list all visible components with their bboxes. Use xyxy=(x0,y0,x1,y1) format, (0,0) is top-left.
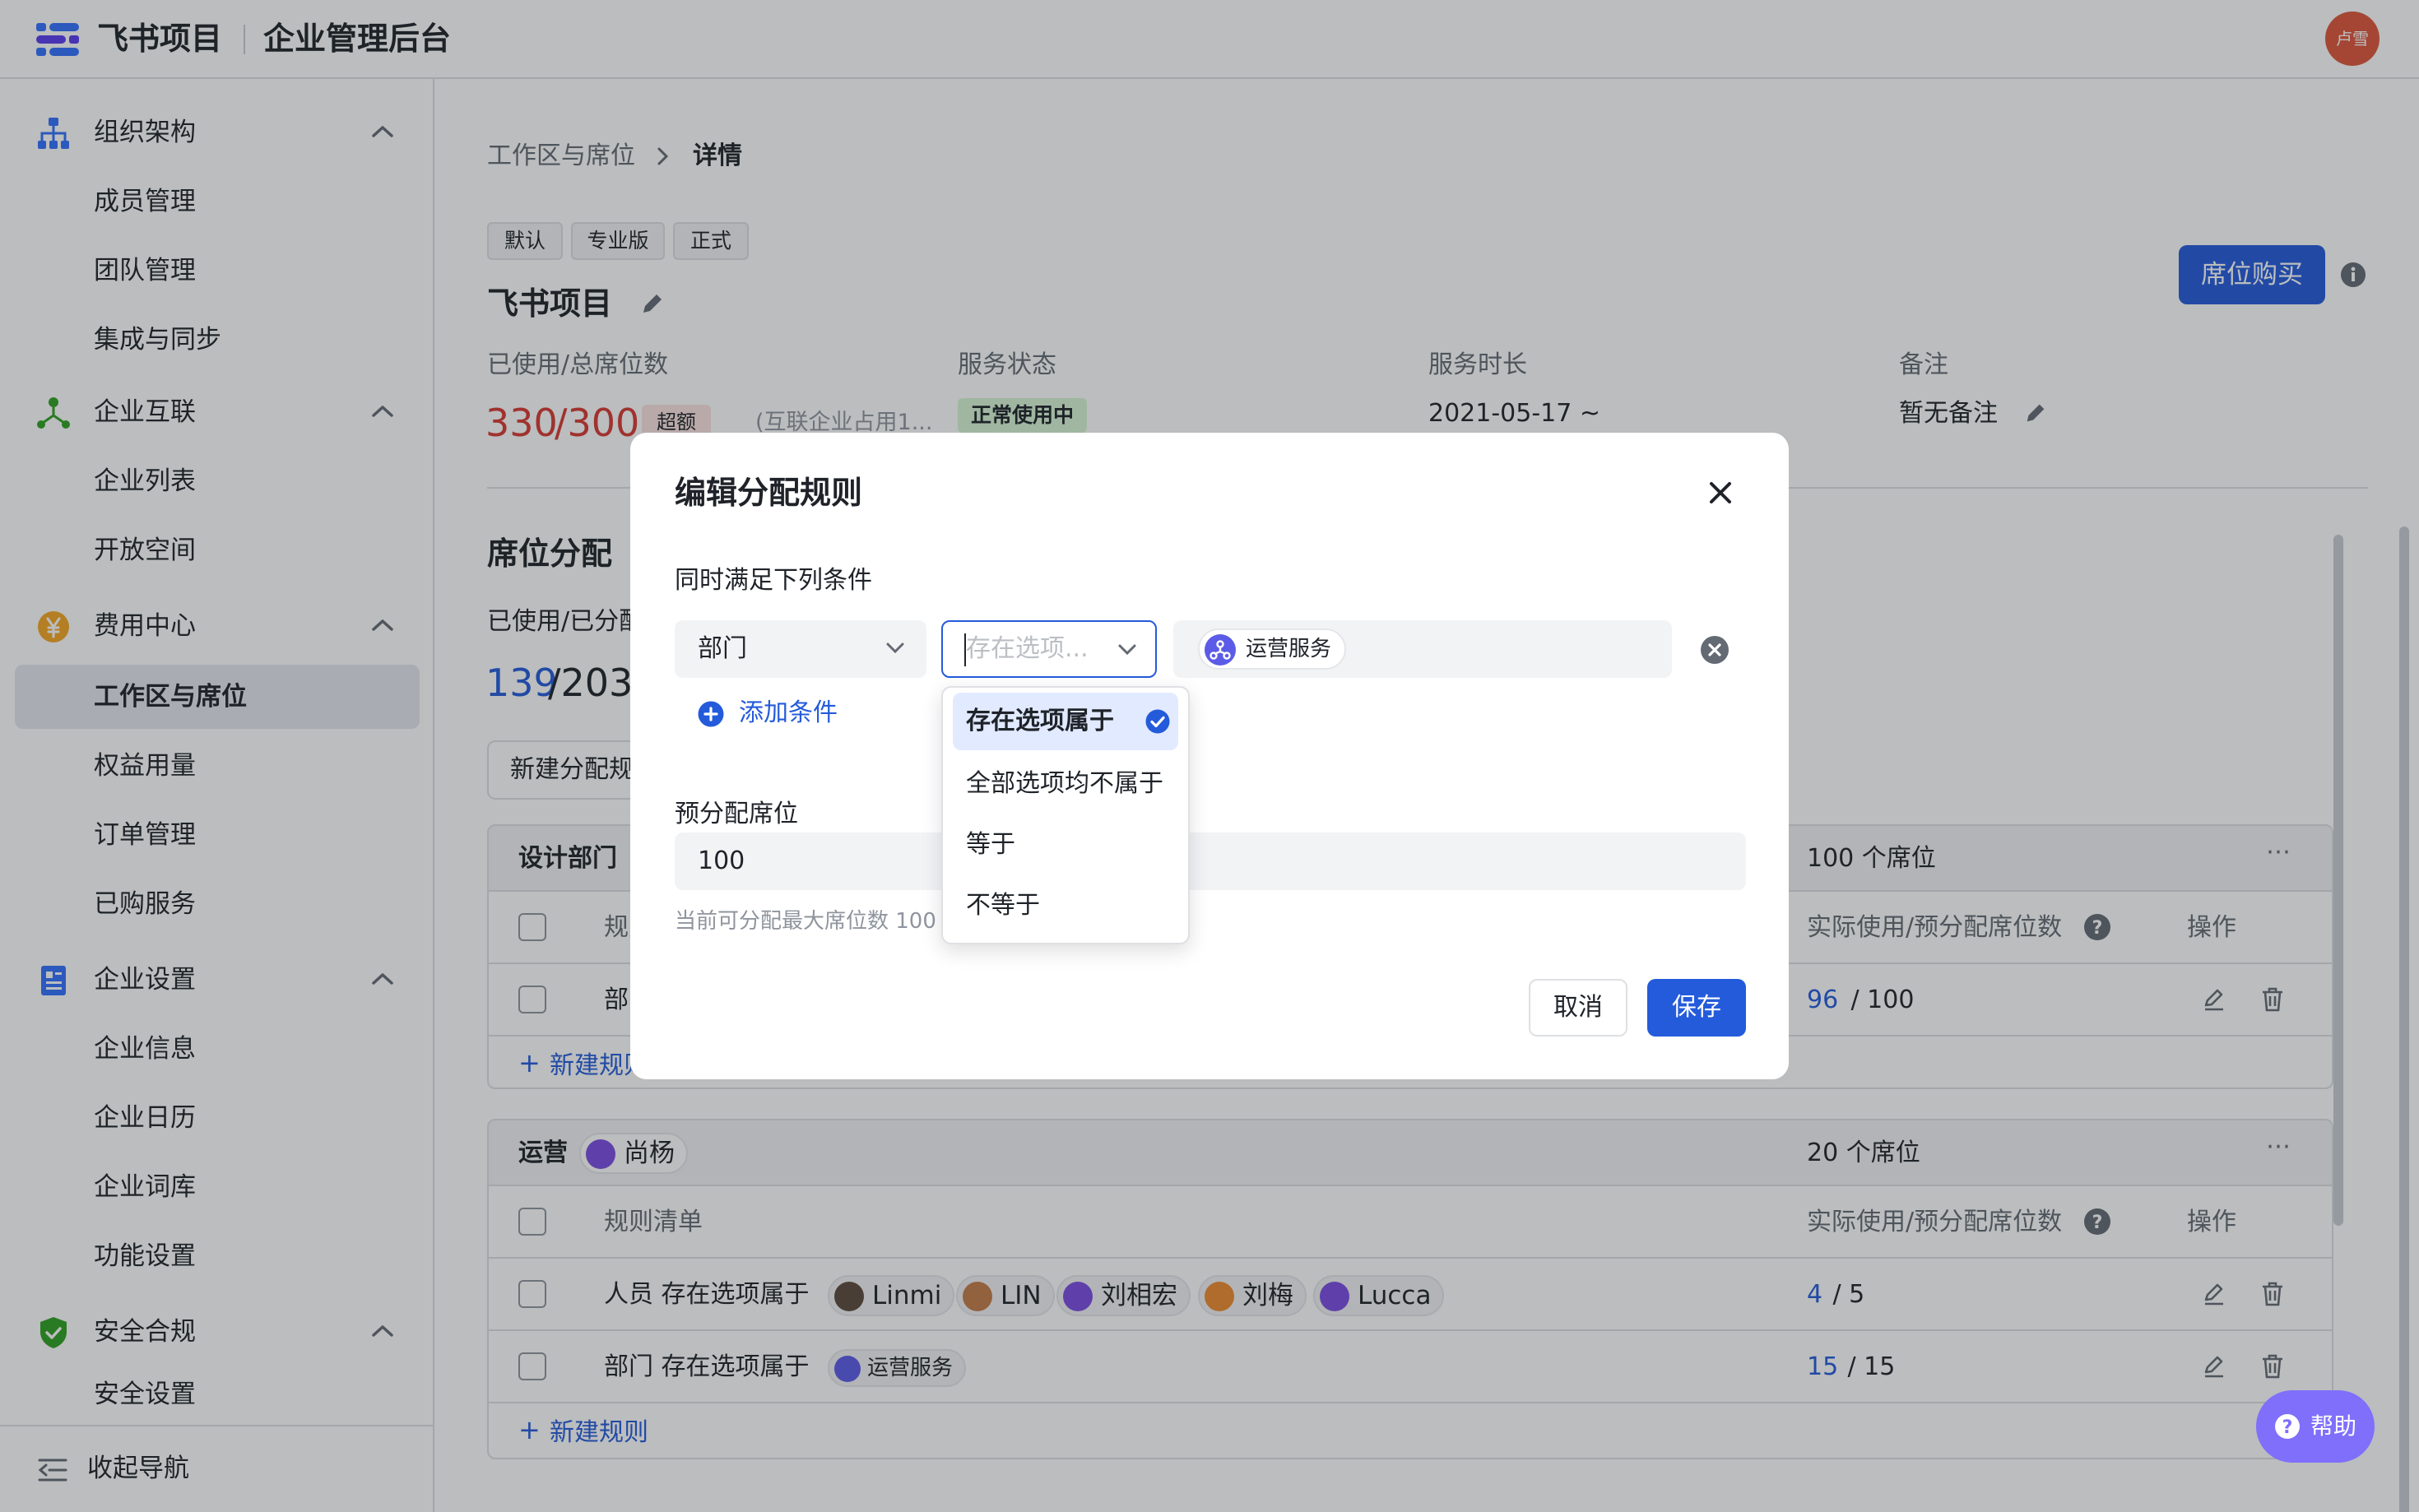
help-button[interactable]: ? 帮助 xyxy=(2256,1390,2375,1463)
field-select[interactable]: 部门 xyxy=(675,620,926,678)
remove-condition-icon[interactable] xyxy=(1700,635,1730,665)
save-button[interactable]: 保存 xyxy=(1647,979,1746,1037)
dropdown-option-not-equals[interactable]: 不等于 xyxy=(953,877,1178,935)
check-circle-icon xyxy=(1145,709,1170,734)
dropdown-option-equals[interactable]: 等于 xyxy=(953,816,1178,874)
seats-input-value: 100 xyxy=(698,846,745,875)
option-label: 等于 xyxy=(966,830,1015,859)
close-icon[interactable] xyxy=(1708,480,1733,505)
seats-field-label: 预分配席位 xyxy=(675,800,798,828)
edit-rule-modal: 编辑分配规则 同时满足下列条件 部门 存在选项... 运营服务 添加条件 预分配… xyxy=(630,433,1789,1079)
add-condition-icon[interactable] xyxy=(698,701,724,727)
help-label: 帮助 xyxy=(2310,1412,2357,1440)
dropdown-option-none-of[interactable]: 全部选项均不属于 xyxy=(953,755,1178,813)
department-icon xyxy=(1205,634,1236,666)
operator-dropdown: 存在选项属于 全部选项均不属于 等于 不等于 xyxy=(941,686,1190,944)
option-label: 全部选项均不属于 xyxy=(966,769,1163,798)
chevron-down-icon xyxy=(885,642,905,655)
condition-label: 同时满足下列条件 xyxy=(675,566,872,595)
seats-input[interactable]: 100 xyxy=(675,833,1746,890)
department-chip: 运营服务 xyxy=(1198,628,1347,670)
value-select[interactable]: 运营服务 xyxy=(1173,620,1672,678)
modal-title: 编辑分配规则 xyxy=(675,475,863,511)
chip-label: 运营服务 xyxy=(1246,637,1332,661)
chevron-down-icon xyxy=(1117,643,1137,656)
dropdown-option-contains-any[interactable]: 存在选项属于 xyxy=(953,693,1178,750)
option-label: 不等于 xyxy=(966,891,1040,920)
field-select-value: 部门 xyxy=(698,634,747,663)
operator-select[interactable]: 存在选项... xyxy=(941,620,1157,678)
operator-placeholder: 存在选项... xyxy=(966,634,1089,663)
option-label: 存在选项属于 xyxy=(966,707,1114,735)
seats-hint: 当前可分配最大席位数 100 xyxy=(675,909,936,934)
cancel-button[interactable]: 取消 xyxy=(1529,979,1627,1037)
svg-text:?: ? xyxy=(2282,1417,2293,1438)
help-icon: ? xyxy=(2274,1413,2301,1440)
add-condition-link[interactable]: 添加条件 xyxy=(739,696,838,730)
